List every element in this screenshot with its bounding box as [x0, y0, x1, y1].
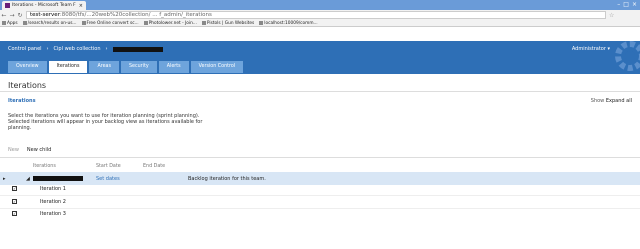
row-context-icon[interactable]: ▸	[3, 176, 6, 182]
table-row-name	[33, 176, 83, 183]
set-dates-link[interactable]: Set dates	[96, 176, 120, 182]
browser-tab[interactable]: Iterations - Microsoft Team F ×	[2, 1, 86, 10]
redacted-root-name	[33, 176, 83, 181]
col-header-start-date[interactable]: Start Date	[96, 164, 121, 169]
tab-security[interactable]: Security	[121, 61, 157, 73]
bookmark-item[interactable]: Pistols | Gun Websites	[201, 21, 254, 26]
table-row-name: Iteration 3	[40, 211, 66, 217]
bookmark-item[interactable]: localhost:10009/comm...	[259, 21, 318, 26]
tab-areas[interactable]: Areas	[89, 61, 119, 73]
divider	[0, 91, 640, 92]
page-icon	[143, 21, 148, 25]
iteration-checkbox[interactable]: ✓	[12, 199, 17, 204]
tab-version-control[interactable]: Version Control	[190, 61, 244, 73]
url-input[interactable]: test-server:8080/tfs/...20web%20collecti…	[26, 11, 606, 19]
reload-icon[interactable]: ↻	[16, 12, 24, 19]
bookmark-item[interactable]: /search/results on-us...	[22, 21, 77, 26]
new-button[interactable]: New	[8, 147, 19, 153]
row-divider	[0, 208, 640, 209]
breadcrumb: Control panel › Cipl web collection ›	[8, 46, 163, 52]
iteration-checkbox[interactable]: ✓	[12, 186, 17, 191]
bookmark-item[interactable]: Apps	[2, 21, 18, 26]
show-label: Show	[590, 98, 605, 104]
page-icon	[22, 21, 27, 25]
col-header-end-date[interactable]: End Date	[143, 164, 165, 169]
tab-iterations[interactable]: Iterations	[48, 61, 88, 73]
close-window-icon[interactable]: ×	[632, 1, 637, 8]
separator: ›	[46, 46, 49, 52]
back-icon[interactable]: ←	[0, 12, 8, 19]
collection-link[interactable]: Cipl web collection	[54, 46, 101, 52]
tab-alerts[interactable]: Alerts	[158, 61, 189, 73]
new-child-button[interactable]: New child	[27, 147, 51, 153]
description-text: Select the iterations you want to use fo…	[8, 113, 203, 131]
page-icon	[201, 21, 206, 25]
divider	[0, 157, 640, 158]
show-filter: Show Expand all	[591, 98, 632, 104]
section-title: Iterations	[8, 98, 36, 104]
backlog-note: Backlog iteration for this team.	[188, 176, 266, 182]
admin-tabs: Overview Iterations Areas Security Alert…	[8, 61, 244, 73]
vs-icon	[5, 3, 10, 8]
page-icon	[81, 21, 86, 25]
page-icon	[259, 21, 264, 25]
address-bar-row: ← → ↻ test-server:8080/tfs/...20web%20co…	[0, 10, 640, 20]
separator: ›	[105, 46, 108, 52]
close-tab-icon[interactable]: ×	[79, 3, 83, 9]
minimize-icon[interactable]: –	[617, 1, 620, 8]
page-title: Iterations	[8, 81, 47, 90]
bookmarks-bar: Apps /search/results on-us... Free Onlin…	[0, 20, 640, 27]
apps-icon	[2, 21, 6, 25]
forward-icon[interactable]: →	[8, 12, 16, 19]
url-host: test-server	[30, 12, 60, 18]
collapse-icon[interactable]: ◢	[26, 176, 30, 182]
gear-icon[interactable]	[604, 34, 640, 74]
grid-toolbar: New New child	[8, 147, 51, 153]
tab-title: Iterations - Microsoft Team F	[12, 3, 76, 8]
control-panel-link[interactable]: Control panel	[8, 46, 42, 52]
url-path: :8080/tfs/...20web%20collection/ ... f_a…	[59, 12, 212, 18]
bookmark-star-icon[interactable]: ☆	[609, 12, 614, 19]
redacted-project	[112, 46, 163, 52]
expand-all-link[interactable]: Expand all	[606, 98, 632, 104]
table-row-name: Iteration 1	[40, 186, 66, 192]
iteration-checkbox[interactable]: ✓	[12, 211, 17, 216]
bookmark-item[interactable]: Photolower.net - Join...	[143, 21, 197, 26]
table-row-name: Iteration 2	[40, 199, 66, 205]
maximize-icon[interactable]: □	[623, 1, 629, 8]
tab-overview[interactable]: Overview	[8, 61, 47, 73]
col-header-iterations[interactable]: Iterations	[33, 164, 56, 169]
bookmark-item[interactable]: Free Online convert sc...	[81, 21, 139, 26]
row-divider	[0, 195, 640, 196]
